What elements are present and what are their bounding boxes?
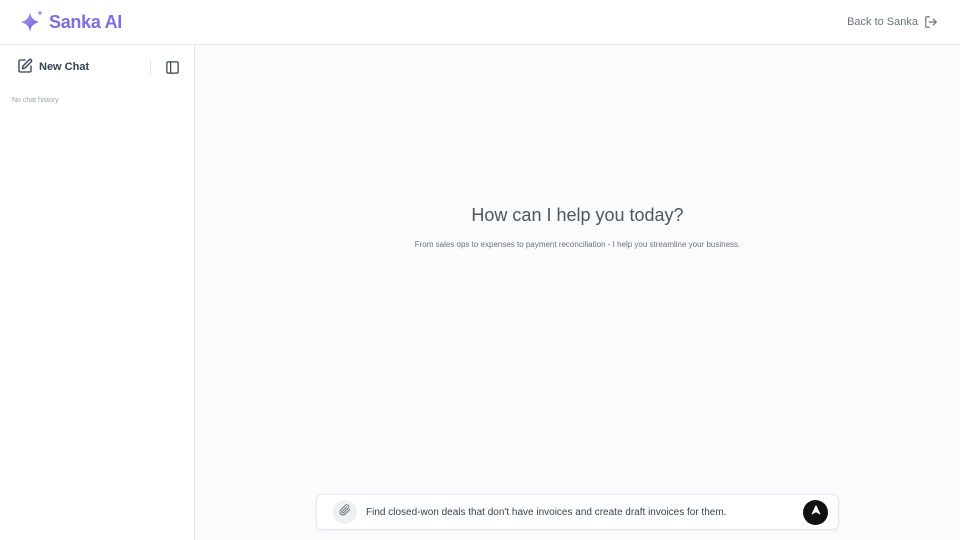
sidebar-toggle-icon[interactable] [164, 59, 180, 75]
back-to-sanka-link[interactable]: Back to Sanka [847, 15, 938, 29]
edit-icon [17, 58, 33, 77]
brand-name: Sanka AI [49, 11, 122, 32]
divider [150, 59, 151, 75]
app-window: Sanka AI Back to Sanka New Chat No chat … [0, 0, 960, 540]
sidebar: New Chat No chat history [0, 45, 195, 540]
sidebar-toolbar: New Chat [0, 45, 194, 89]
logout-icon [924, 15, 938, 29]
brand-logo[interactable]: Sanka AI [18, 8, 122, 36]
page-title: How can I help you today? [471, 205, 684, 225]
top-header: Sanka AI Back to Sanka [0, 0, 960, 45]
page-subtitle: From sales ops to expenses to payment re… [414, 240, 741, 249]
prompt-input[interactable] [366, 506, 803, 518]
sidebar-actions [150, 59, 180, 75]
paperclip-icon [339, 503, 351, 521]
back-label: Back to Sanka [847, 16, 918, 28]
chat-composer [316, 494, 839, 530]
attach-button[interactable] [333, 500, 357, 524]
chat-main: How can I help you today? From sales ops… [195, 45, 960, 540]
sparkle-icon [18, 8, 46, 36]
arrow-up-icon [810, 503, 822, 521]
new-chat-button[interactable]: New Chat [17, 58, 89, 77]
new-chat-label: New Chat [39, 61, 90, 73]
empty-history-text: No chat history [12, 97, 59, 104]
send-button[interactable] [803, 499, 828, 525]
